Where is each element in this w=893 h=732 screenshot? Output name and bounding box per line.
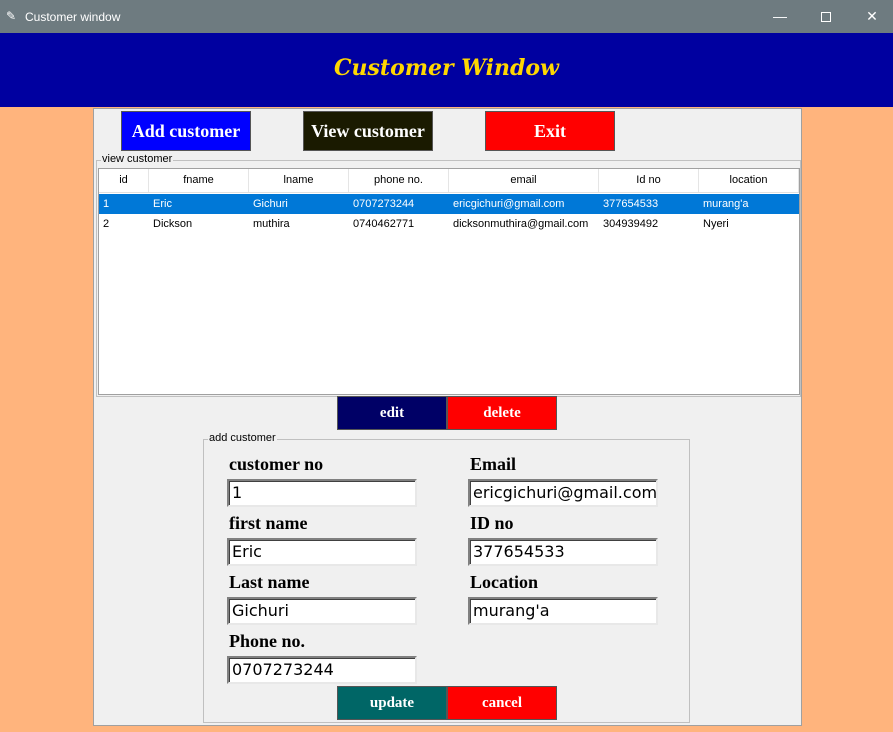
- table-row[interactable]: 2 Dickson muthira 0740462771 dicksonmuth…: [99, 214, 799, 234]
- email-field[interactable]: ericgichuri@gmail.com: [468, 479, 658, 507]
- id-no-label: ID no: [470, 513, 514, 533]
- view-customer-button[interactable]: View customer: [303, 111, 433, 151]
- page-title: Customer Window: [334, 55, 559, 81]
- add-customer-legend: add customer: [208, 432, 277, 444]
- maximize-icon: [821, 12, 831, 23]
- main-panel: Add customer View customer Exit view cus…: [93, 108, 802, 726]
- cell-location: Nyeri: [703, 218, 729, 230]
- location-field[interactable]: murang'a: [468, 597, 658, 625]
- cancel-button[interactable]: cancel: [447, 686, 557, 720]
- cell-phone: 0740462771: [353, 218, 415, 230]
- delete-button[interactable]: delete: [447, 396, 557, 430]
- phone-no-field[interactable]: 0707273244: [227, 656, 417, 684]
- view-customer-group: view customer id fname lname phone no. e…: [96, 153, 801, 397]
- cell-idno: 377654533: [603, 198, 659, 210]
- customer-table[interactable]: id fname lname phone no. email Id no loc…: [98, 168, 800, 395]
- customer-no-label: customer no: [229, 454, 324, 474]
- cell-email: dicksonmuthira@gmail.com: [453, 218, 589, 230]
- view-customer-legend: view customer: [101, 153, 174, 165]
- table-header: id fname lname phone no. email Id no loc…: [99, 169, 799, 193]
- cell-id: 1: [103, 198, 110, 210]
- cell-lname: Gichuri: [253, 198, 288, 210]
- update-button[interactable]: update: [337, 686, 447, 720]
- cell-lname: muthira: [253, 218, 290, 230]
- maximize-button[interactable]: [803, 0, 849, 33]
- cell-location: murang'a: [703, 198, 749, 210]
- minimize-button[interactable]: —: [757, 0, 803, 33]
- header-banner: Customer Window: [0, 33, 893, 107]
- feather-icon: ✎: [6, 9, 17, 23]
- window-title: Customer window: [25, 10, 121, 24]
- first-name-field[interactable]: Eric: [227, 538, 417, 566]
- close-button[interactable]: ✕: [849, 0, 893, 33]
- id-no-field[interactable]: 377654533: [468, 538, 658, 566]
- last-name-field[interactable]: Gichuri: [227, 597, 417, 625]
- exit-button[interactable]: Exit: [485, 111, 615, 151]
- add-customer-group: add customer customer no 1 Email ericgic…: [203, 432, 690, 723]
- cell-id: 2: [103, 218, 110, 230]
- cell-email: ericgichuri@gmail.com: [453, 198, 565, 210]
- cell-fname: Eric: [153, 198, 172, 210]
- column-header-id[interactable]: id: [99, 169, 149, 192]
- phone-no-label: Phone no.: [229, 631, 306, 651]
- column-header-idno[interactable]: Id no: [599, 169, 699, 192]
- column-header-location[interactable]: location: [699, 169, 799, 192]
- last-name-label: Last name: [229, 572, 310, 592]
- table-row[interactable]: 1 Eric Gichuri 0707273244 ericgichuri@gm…: [99, 194, 799, 214]
- title-bar: ✎ Customer window — ✕: [0, 0, 893, 33]
- add-customer-button[interactable]: Add customer: [121, 111, 251, 151]
- column-header-phone[interactable]: phone no.: [349, 169, 449, 192]
- cell-phone: 0707273244: [353, 198, 415, 210]
- cell-fname: Dickson: [153, 218, 193, 230]
- cell-idno: 304939492: [603, 218, 659, 230]
- edit-button[interactable]: edit: [337, 396, 447, 430]
- column-header-lname[interactable]: lname: [249, 169, 349, 192]
- customer-no-field[interactable]: 1: [227, 479, 417, 507]
- column-header-fname[interactable]: fname: [149, 169, 249, 192]
- first-name-label: first name: [229, 513, 308, 533]
- location-label: Location: [470, 572, 539, 592]
- column-header-email[interactable]: email: [449, 169, 599, 192]
- email-label: Email: [470, 454, 517, 474]
